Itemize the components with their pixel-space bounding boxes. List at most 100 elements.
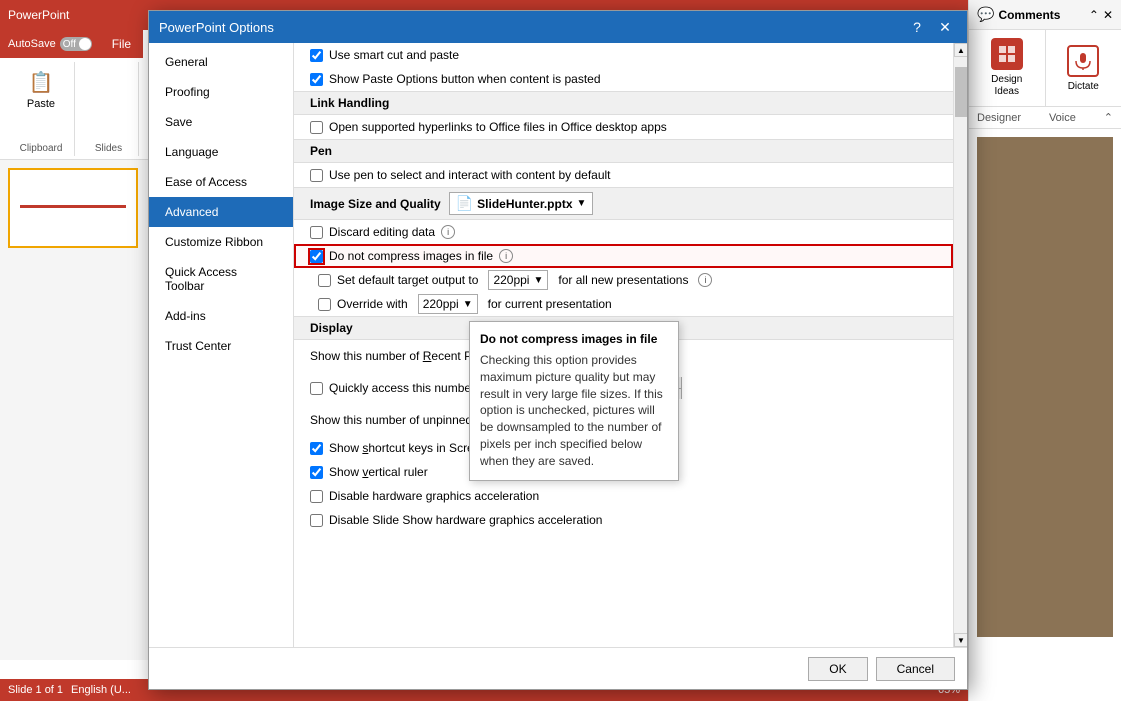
default-res-label: Set default target output to [337,273,478,287]
designer-label: Designer [977,112,1021,124]
panel-up-button[interactable]: ⌃ [1089,8,1099,22]
pen-select-checkbox[interactable] [310,169,323,182]
right-panel-slide-preview [977,137,1113,637]
hw-accel-label: Disable hardware graphics acceleration [329,489,539,503]
file-dropdown[interactable]: 📄 SlideHunter.pptx ▼ [449,192,594,215]
vertical-ruler-label: Show vertical ruler [329,465,428,479]
autosave-toggle[interactable]: AutoSave Off [0,30,100,58]
open-hyperlinks-label: Open supported hyperlinks to Office file… [329,120,667,134]
slide-decoration [20,205,126,208]
override-res-dropdown[interactable]: 220ppi ▼ [418,294,478,314]
cancel-button[interactable]: Cancel [876,657,955,681]
sidebar-item-customize-ribbon[interactable]: Customize Ribbon [149,227,293,257]
quick-recent-checkbox[interactable] [310,382,323,395]
paste-options-checkbox[interactable] [310,73,323,86]
slides-label: Slides [95,143,122,156]
override-res-value: 220ppi [423,297,459,311]
voice-label: Voice [1049,112,1076,124]
sidebar-item-language[interactable]: Language [149,137,293,167]
slide-thumbnail[interactable]: 1 [8,168,138,248]
right-panel: 💬 Comments ⌃ ✕ DesignIdeas Dictate Desig… [968,0,1121,701]
option-slideshow-accel: Disable Slide Show hardware graphics acc… [294,508,953,532]
link-handling-header: Link Handling [294,91,953,115]
dictate-label: Dictate [1068,81,1099,92]
dialog-titlebar: PowerPoint Options ? ✕ [149,11,967,43]
scroll-up-button[interactable]: ▲ [954,43,967,57]
option-discard-editing: Discard editing data i [294,220,953,244]
dictate-button[interactable]: Dictate [1046,30,1121,106]
scroll-down-button[interactable]: ▼ [954,633,967,647]
slideshow-accel-checkbox[interactable] [310,514,323,527]
open-hyperlinks-checkbox[interactable] [310,121,323,134]
panel-expand-icon[interactable]: ⌃ [1104,111,1113,124]
toggle-pill[interactable]: Off [60,37,92,51]
design-ideas-label: DesignIdeas [991,74,1022,98]
discard-editing-label: Discard editing data [329,225,435,239]
hw-accel-checkbox[interactable] [310,490,323,503]
option-default-res: Set default target output to 220ppi ▼ fo… [294,268,953,292]
autosave-label: AutoSave [8,38,56,50]
sidebar-item-quick-access[interactable]: Quick Access Toolbar [149,257,293,301]
option-no-compress: Do not compress images in file i [294,244,953,268]
image-size-header: Image Size and Quality 📄 SlideHunter.ppt… [294,187,953,220]
tooltip-body: Checking this option provides maximum pi… [480,352,668,470]
slide-content [10,170,136,246]
dialog-close-button[interactable]: ✕ [933,15,957,39]
override-res-checkbox[interactable] [318,298,331,311]
clipboard-label: Clipboard [20,143,63,156]
override-res-label: Override with [337,297,408,311]
slideshow-accel-label: Disable Slide Show hardware graphics acc… [329,513,602,527]
dictate-icon [1067,45,1099,77]
sidebar-item-proofing[interactable]: Proofing [149,77,293,107]
sidebar-item-ease-of-access[interactable]: Ease of Access [149,167,293,197]
default-res-info[interactable]: i [698,273,712,287]
design-ideas-icon [991,38,1023,70]
sidebar-item-trust-center[interactable]: Trust Center [149,331,293,361]
no-compress-label: Do not compress images in file [329,249,493,263]
tab-file[interactable]: File [100,30,143,58]
tooltip-title: Do not compress images in file [480,332,668,346]
design-ideas-button[interactable]: DesignIdeas [969,30,1046,106]
no-compress-checkbox[interactable] [310,250,323,263]
sidebar-item-advanced[interactable]: Advanced [149,197,293,227]
smart-cut-label: Use smart cut and paste [329,48,459,62]
language-info: English (U... [71,684,131,696]
discard-editing-info[interactable]: i [441,225,455,239]
sidebar-item-general[interactable]: General [149,47,293,77]
ppt-title: PowerPoint [8,8,69,22]
slide-panel: 1 [0,160,155,660]
default-res-checkbox[interactable] [318,274,331,287]
smart-cut-checkbox[interactable] [310,49,323,62]
file-dropdown-arrow: ▼ [577,198,587,209]
ribbon-group-clipboard: 📋 Paste Clipboard [8,62,75,156]
option-override-res: Override with 220ppi ▼ for current prese… [294,292,953,316]
dialog-sidebar: General Proofing Save Language Ease of A… [149,43,294,647]
discard-editing-checkbox[interactable] [310,226,323,239]
option-smart-cut: Use smart cut and paste [294,43,953,67]
override-res-arrow: ▼ [463,299,473,310]
paste-options-label: Show Paste Options button when content i… [329,72,601,86]
no-compress-info[interactable]: i [499,249,513,263]
sidebar-item-save[interactable]: Save [149,107,293,137]
panel-close-button[interactable]: ✕ [1103,8,1113,22]
sidebar-item-addins[interactable]: Add-ins [149,301,293,331]
default-res-value: 220ppi [493,273,529,287]
default-res-suffix: for all new presentations [558,273,688,287]
vertical-ruler-checkbox[interactable] [310,466,323,479]
slide-info: Slide 1 of 1 [8,684,63,696]
comments-icon: 💬 [977,6,994,23]
option-paste-options: Show Paste Options button when content i… [294,67,953,91]
ok-button[interactable]: OK [808,657,867,681]
tooltip-popup: Do not compress images in file Checking … [469,321,679,481]
pen-select-label: Use pen to select and interact with cont… [329,168,611,182]
dialog-footer: OK Cancel [149,647,967,689]
option-open-hyperlinks: Open supported hyperlinks to Office file… [294,115,953,139]
default-res-dropdown[interactable]: 220ppi ▼ [488,270,548,290]
comments-title: Comments [998,8,1060,22]
pen-header: Pen [294,139,953,163]
shortcut-keys-checkbox[interactable] [310,442,323,455]
paste-button[interactable]: 📋 Paste [16,62,66,114]
dialog-title: PowerPoint Options [159,20,901,35]
scroll-thumb[interactable] [955,67,967,117]
dialog-help-button[interactable]: ? [905,15,929,39]
